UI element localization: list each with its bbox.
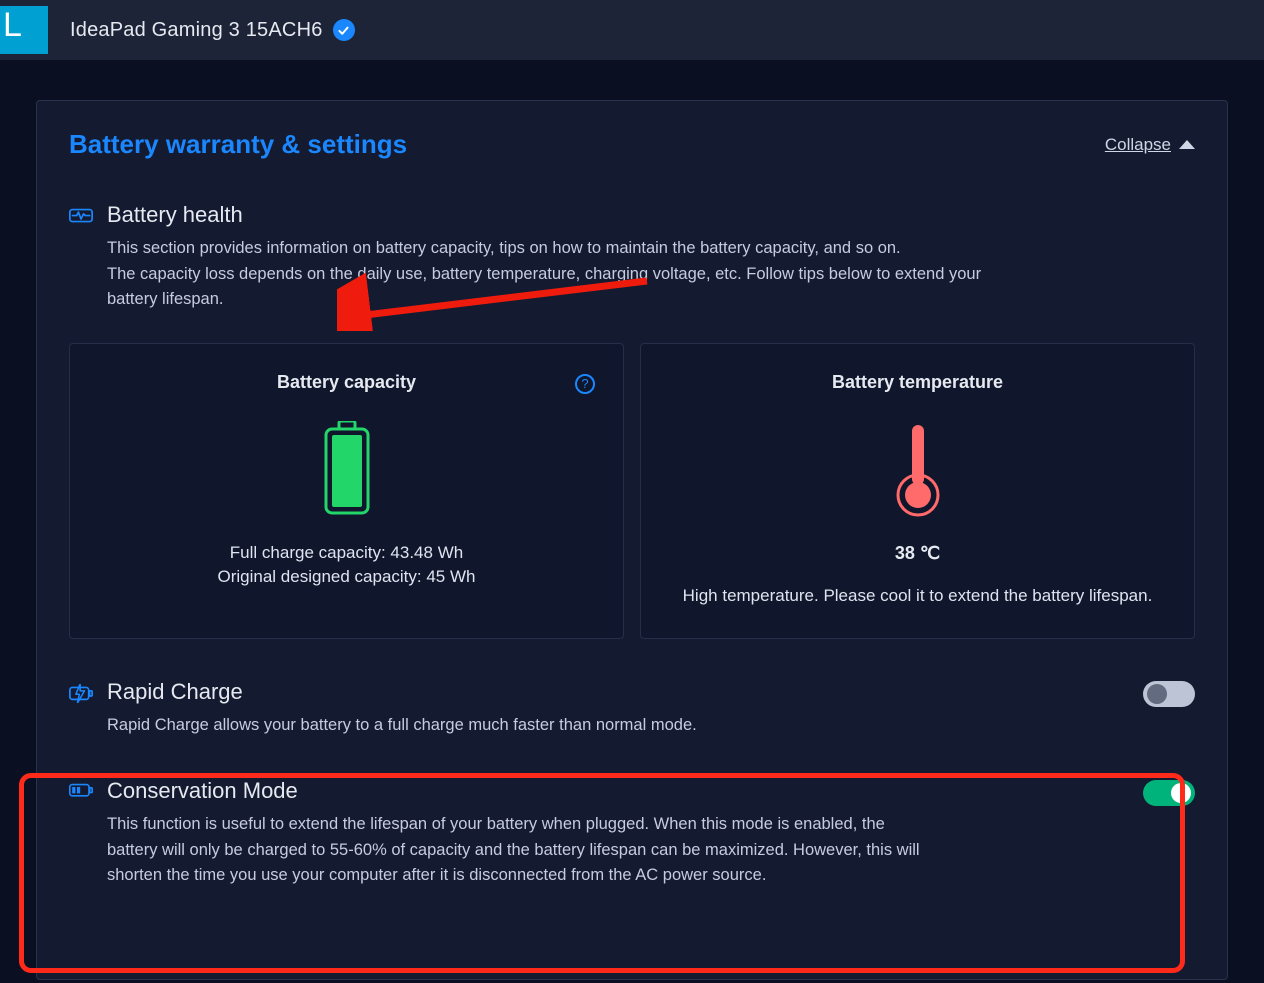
battery-settings-card: Battery warranty & settings Collapse Bat…	[36, 100, 1228, 980]
battery-health-section: Battery health This section provides inf…	[69, 202, 1195, 313]
capacity-tile-title: Battery capacity	[94, 372, 599, 393]
device-name: IdeaPad Gaming 3 15ACH6	[70, 19, 323, 42]
rapid-charge-description: Rapid Charge allows your battery to a fu…	[107, 713, 697, 739]
help-icon[interactable]: ?	[575, 374, 595, 394]
original-designed-capacity: Original designed capacity: 45 Wh	[94, 567, 599, 587]
collapse-button[interactable]: Collapse	[1105, 135, 1195, 155]
chevron-up-icon	[1179, 140, 1195, 149]
thermometer-icon	[665, 419, 1170, 519]
battery-health-title: Battery health	[107, 202, 1195, 228]
conservation-mode-title: Conservation Mode	[107, 778, 927, 804]
rapid-charge-toggle[interactable]	[1143, 681, 1195, 707]
rapid-charge-title: Rapid Charge	[107, 679, 697, 705]
titlebar: L IdeaPad Gaming 3 15ACH6	[0, 0, 1264, 60]
conservation-mode-toggle[interactable]	[1143, 780, 1195, 806]
battery-icon	[94, 419, 599, 519]
conservation-mode-description: This function is useful to extend the li…	[107, 812, 927, 889]
rapid-charge-section: Rapid Charge Rapid Charge allows your ba…	[69, 679, 1195, 739]
battery-health-description: This section provides information on bat…	[107, 236, 1027, 313]
app-logo-icon: L	[0, 6, 48, 54]
section-title: Battery warranty & settings	[69, 129, 407, 160]
verified-icon	[333, 19, 355, 41]
battery-level-icon	[69, 783, 93, 803]
collapse-label: Collapse	[1105, 135, 1171, 155]
lightning-icon	[69, 684, 93, 704]
temperature-value: 38 ℃	[665, 543, 1170, 564]
heartbeat-icon	[69, 207, 93, 227]
temperature-message: High temperature. Please cool it to exte…	[665, 586, 1170, 606]
conservation-mode-section: Conservation Mode This function is usefu…	[69, 778, 1195, 889]
full-charge-capacity: Full charge capacity: 43.48 Wh	[94, 543, 599, 563]
battery-capacity-tile: ? Battery capacity Full charge capacity:…	[69, 343, 624, 639]
battery-temperature-tile: Battery temperature 38 ℃ High temperatur…	[640, 343, 1195, 639]
temperature-tile-title: Battery temperature	[665, 372, 1170, 393]
